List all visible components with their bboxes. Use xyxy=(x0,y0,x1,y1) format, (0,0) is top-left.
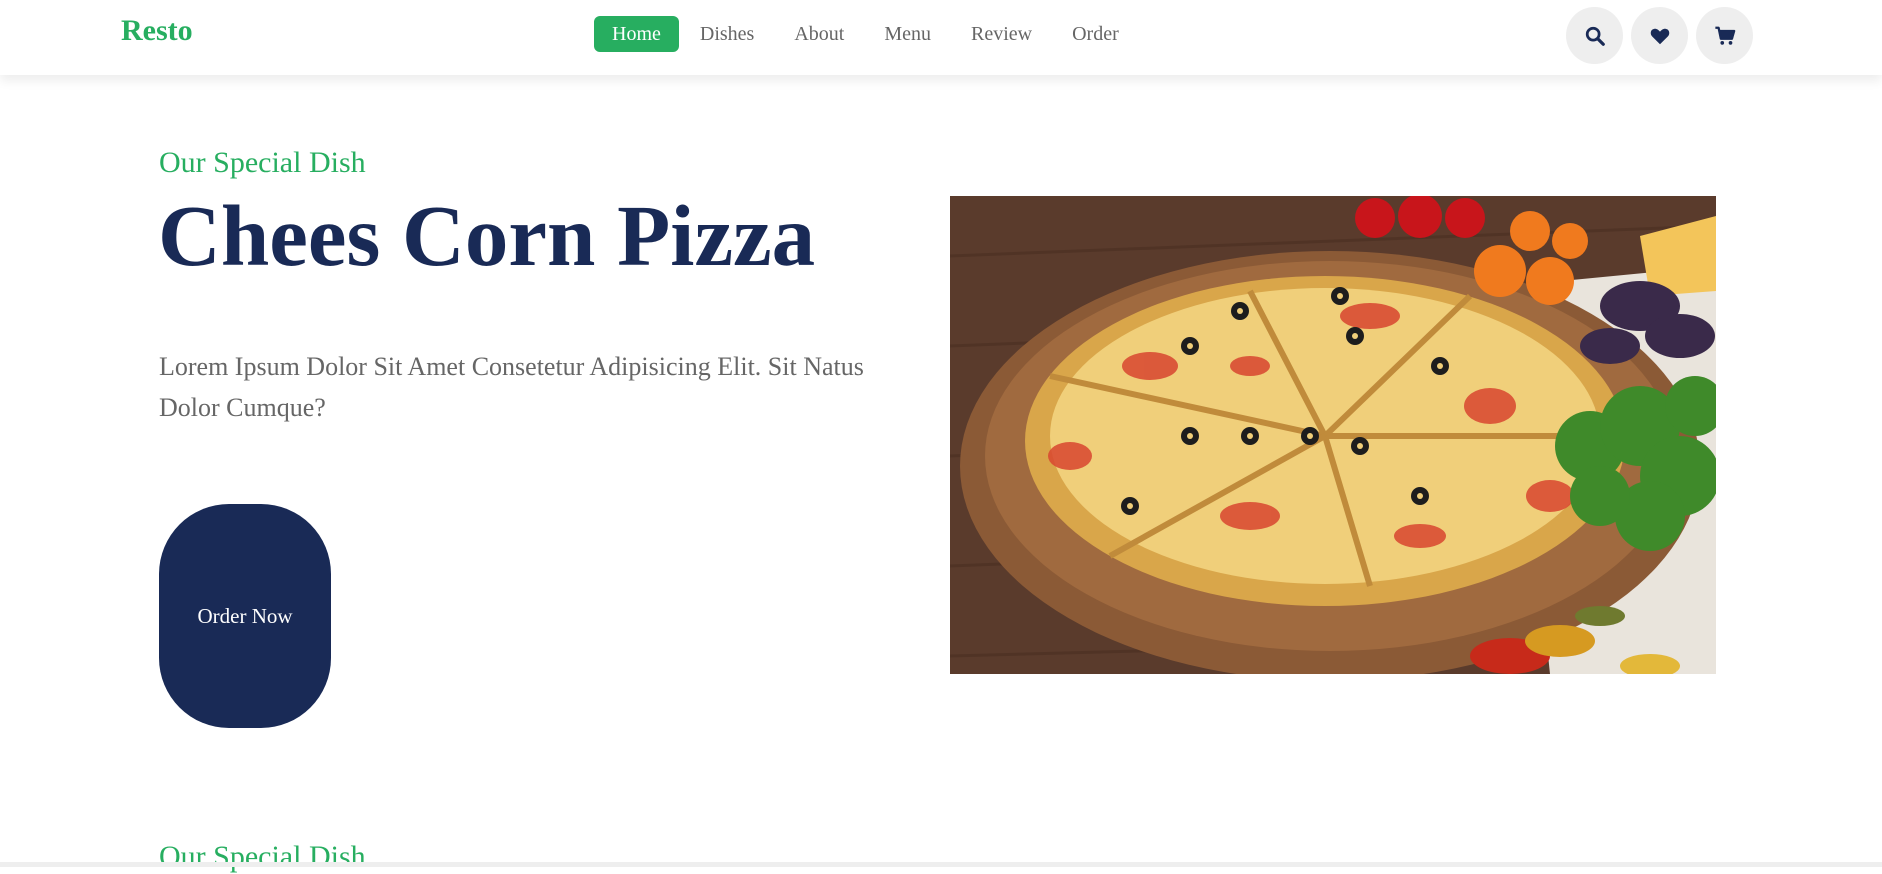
next-section-eyebrow: Our Special Dish xyxy=(159,840,366,873)
cart-button[interactable] xyxy=(1696,7,1753,64)
order-now-button[interactable]: Order Now xyxy=(159,504,331,728)
hero-eyebrow: Our Special Dish xyxy=(159,146,366,179)
search-button[interactable] xyxy=(1566,7,1623,64)
nav-about[interactable]: About xyxy=(776,16,862,52)
header-icons xyxy=(1566,7,1761,64)
main-nav: Home Dishes About Menu Review Order xyxy=(594,16,1141,52)
hero-description: Lorem Ipsum Dolor Sit Amet Consetetur Ad… xyxy=(159,352,864,422)
heart-icon xyxy=(1650,28,1669,44)
hero-title: Chees Corn Pizza xyxy=(158,187,816,284)
nav-home[interactable]: Home xyxy=(594,16,679,52)
wishlist-button[interactable] xyxy=(1631,7,1688,64)
nav-order[interactable]: Order xyxy=(1054,16,1137,52)
page-bottom-divider xyxy=(0,862,1882,867)
pizza-image xyxy=(950,196,1716,674)
logo[interactable]: Resto xyxy=(121,14,193,48)
search-icon xyxy=(1585,26,1605,46)
site-header: Resto Home Dishes About Menu Review Orde… xyxy=(0,0,1882,75)
nav-dishes[interactable]: Dishes xyxy=(682,16,772,52)
cart-icon xyxy=(1714,26,1735,45)
nav-menu[interactable]: Menu xyxy=(866,16,949,52)
nav-review[interactable]: Review xyxy=(953,16,1050,52)
